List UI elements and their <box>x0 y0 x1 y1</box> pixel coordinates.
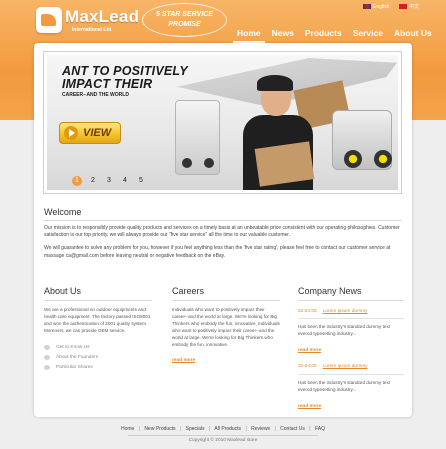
view-button[interactable]: VIEW <box>59 122 121 144</box>
news-text: Has been the industry's standard dummy t… <box>298 324 391 336</box>
copyright: Copyright © 2010 Maxlead store <box>188 438 258 443</box>
divider <box>298 318 404 319</box>
about-text: We are a professional on outdoor equipme… <box>44 307 151 333</box>
truck-image <box>175 100 220 175</box>
footer-nav: Home | New Products | Specials | All Pro… <box>0 426 446 432</box>
language-label: 中文 <box>409 4 420 10</box>
news-text: Has been the industry's standard dummy t… <box>298 379 391 392</box>
wheel-icon <box>374 150 392 168</box>
news-item: 22.04.09 Lorem ipsum dummy Has been the … <box>298 363 404 417</box>
china-flag-icon <box>399 4 407 9</box>
footer-separator: | <box>208 426 211 432</box>
about-heading: About Us <box>44 286 82 296</box>
pager-page-3[interactable]: 3 <box>104 176 114 186</box>
pager-page-5[interactable]: 5 <box>136 176 146 186</box>
about-link-label: About the Founders <box>56 355 99 361</box>
nav-news[interactable]: News <box>268 26 298 43</box>
about-link-know-us[interactable]: Get to Know Us <box>44 343 152 353</box>
careers-read-more-link[interactable]: read more <box>172 358 195 363</box>
banner-pager: 1 2 3 4 5 <box>72 176 146 186</box>
speech-bubble-icon <box>44 355 50 361</box>
banner-headline: ANT TO POSITIVELY IMPACT THEIR <box>62 65 188 91</box>
footer-separator: | <box>309 426 311 432</box>
speech-bubble-icon <box>44 365 50 371</box>
courier-cap-image <box>257 75 293 91</box>
about-link-founders[interactable]: About the Founders <box>44 353 152 363</box>
news-title-link[interactable]: Lorem ipsum dummy <box>323 364 368 369</box>
news-title-link[interactable]: Lorem ipsum dummy <box>323 309 368 314</box>
careers-text: Individuals who want to positively impac… <box>172 307 280 347</box>
footer-link-reviews[interactable]: Reviews <box>251 426 270 432</box>
welcome-paragraph-2: We will guarantee to solve any problem f… <box>44 245 391 259</box>
careers-section: Careers Individuals who want to positive… <box>172 285 280 366</box>
about-links: Get to Know Us About the Founders Partic… <box>44 343 152 373</box>
banner-subline: CAREER--AND THE WORLD <box>62 92 129 98</box>
nav-about-us[interactable]: About Us <box>390 26 436 43</box>
footer-separator: | <box>138 426 141 432</box>
news-read-more-link[interactable]: read more <box>298 404 321 409</box>
about-link-label: Get to Know Us <box>56 345 90 351</box>
language-label: English <box>373 3 390 10</box>
speech-bubble-icon <box>44 345 50 351</box>
pager-page-1[interactable]: 1 <box>72 176 82 186</box>
news-item: 22.04.09 Lorem ipsum dummy Has been the … <box>298 307 404 361</box>
content-card: ANT TO POSITIVELY IMPACT THEIR CAREER--A… <box>34 43 412 417</box>
footer-link-all-products[interactable]: All Products <box>214 426 241 432</box>
nav-products[interactable]: Products <box>301 26 346 43</box>
divider <box>44 300 152 301</box>
hero-banner: ANT TO POSITIVELY IMPACT THEIR CAREER--A… <box>43 51 402 194</box>
divider <box>43 220 402 221</box>
logo-subtitle: International Ltd <box>72 27 112 33</box>
welcome-heading: Welcome <box>44 207 82 217</box>
courier-parcel-image <box>254 141 315 187</box>
welcome-text: Our mission is to responsibly provide qu… <box>44 225 400 266</box>
about-link-shares[interactable]: Particular Shares <box>44 363 152 373</box>
news-read-more-link[interactable]: read more <box>298 348 321 353</box>
play-icon <box>64 126 78 140</box>
language-english[interactable]: English <box>363 2 389 11</box>
uk-flag-icon <box>363 4 371 9</box>
footer-separator: | <box>245 426 247 432</box>
promise-line-2: PROMISE <box>168 21 201 28</box>
divider <box>298 300 404 301</box>
footer-link-faq[interactable]: FAQ <box>315 426 325 432</box>
nav-service[interactable]: Service <box>349 26 387 43</box>
footer-link-new-products[interactable]: New Products <box>144 426 175 432</box>
logo-mark-icon <box>36 7 62 33</box>
divider <box>298 373 404 375</box>
news-section: Company News 22.04.09 Lorem ipsum dummy … <box>298 285 404 419</box>
footer-separator: | <box>179 426 182 432</box>
divider <box>128 435 318 436</box>
banner-headline-line-2: IMPACT THEIR <box>62 77 153 91</box>
footer-link-specials[interactable]: Specials <box>186 426 205 432</box>
pager-page-4[interactable]: 4 <box>120 176 130 186</box>
news-date: 22.04.09 <box>298 364 317 370</box>
news-date: 22.04.09 <box>298 308 317 314</box>
careers-heading: Careers <box>172 286 205 296</box>
footer-link-home[interactable]: Home <box>121 426 134 432</box>
footer-separator: | <box>274 426 276 432</box>
promise-line-1: 5 STAR SERVICE <box>155 11 214 18</box>
main-nav: Home News Products Service About Us <box>233 26 439 43</box>
logo-name: MaxLead <box>65 7 140 26</box>
pager-page-2[interactable]: 2 <box>88 176 98 186</box>
footer-link-contact-us[interactable]: Contact Us <box>280 426 305 432</box>
wheel-icon <box>344 150 362 168</box>
welcome-paragraph-1: Our mission is to responsibly provide qu… <box>44 225 400 239</box>
news-heading: Company News <box>298 286 362 296</box>
language-chinese[interactable]: 中文 <box>399 2 419 11</box>
nav-home[interactable]: Home <box>233 26 265 43</box>
logo[interactable]: MaxLead International Ltd <box>36 7 139 35</box>
service-promise-badge: 5 STAR SERVICE PROMISE <box>142 3 227 37</box>
about-section: About Us We are a professional on outdoo… <box>44 285 152 373</box>
divider <box>172 300 280 301</box>
about-link-label: Particular Shares <box>56 365 93 371</box>
view-button-label: VIEW <box>83 127 112 139</box>
